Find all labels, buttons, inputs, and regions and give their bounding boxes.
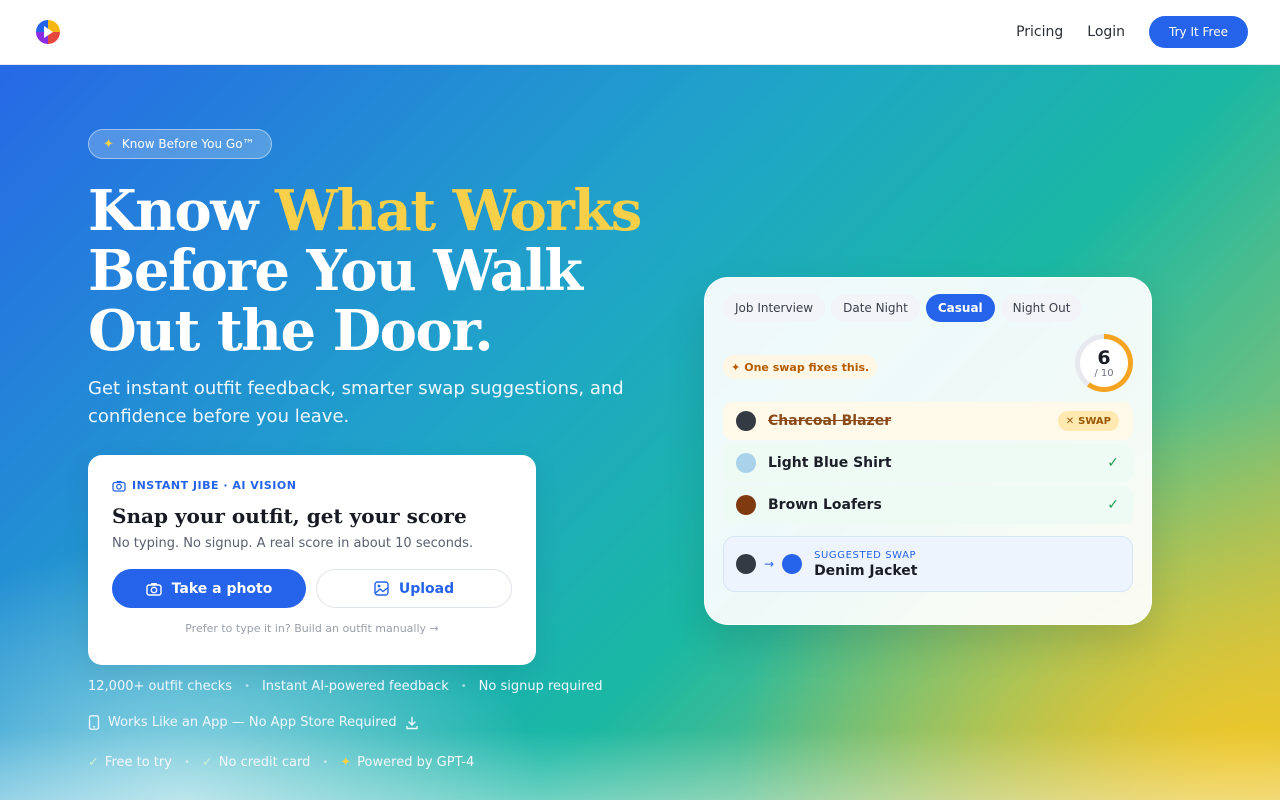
score-max: / 10 [1094,367,1114,379]
suggested-swap-label: SUGGESTED SWAP [814,549,917,561]
trust-free-label: Free to try [104,755,172,770]
take-photo-button[interactable]: Take a photo [112,569,306,608]
color-swatch [736,411,756,431]
separator-dot: • [322,757,329,768]
close-icon: ✕ [1065,415,1075,427]
download-icon [405,716,418,729]
nav-links: Pricing Login Try It Free [1016,16,1248,48]
outfit-item-name: Brown Loafers [768,497,882,513]
stat-outfit-checks: 12,000+ outfit checks [88,679,233,694]
score-inner: 6 / 10 [1080,339,1128,387]
snap-actions: Take a photo Upload [112,569,512,608]
camera-icon [145,582,162,596]
take-photo-label: Take a photo [171,580,273,597]
separator-dot: • [183,757,190,768]
hero-subtitle: Get instant outfit feedback, smarter swa… [88,378,624,427]
stat-ai-feedback: Instant AI-powered feedback [261,679,449,694]
outfit-item[interactable]: Charcoal Blazer ✕ SWAP [723,402,1133,440]
camera-icon [112,480,126,492]
score-ring: 6 / 10 [1075,334,1133,392]
outfit-item[interactable]: Brown Loafers ✓ [723,486,1133,524]
trust-free: ✓ Free to try [88,755,172,770]
sparkle-icon: ✦ [731,360,741,374]
tab-date-night[interactable]: Date Night [831,294,920,322]
swap-tag: ✕ SWAP [1057,411,1119,431]
stat-no-signup: No signup required [478,679,603,694]
tab-night-out[interactable]: Night Out [1000,294,1083,322]
check-icon: ✓ [201,755,213,770]
tab-casual[interactable]: Casual [925,294,995,322]
hero-badge-label: Know Before You Go™ [121,137,255,151]
hero-headline: Know What Works Before You Walk Out the D… [88,181,648,361]
stats-row: 12,000+ outfit checks • Instant AI-power… [88,679,602,694]
outfit-items: Charcoal Blazer ✕ SWAP Light Blue Shirt ✓… [723,402,1133,524]
image-icon [374,581,389,596]
trust-no-card: ✓ No credit card [202,755,311,770]
occasion-tabs: Job Interview Date Night Casual Night Ou… [723,294,1133,322]
install-app-link[interactable]: Works Like an App — No App Store Require… [88,715,419,730]
trust-no-card-label: No credit card [218,755,311,770]
headline-tail: Before You Walk Out the Door. [88,238,583,364]
outfit-item[interactable]: Light Blue Shirt ✓ [723,444,1133,482]
snap-eyebrow-label: INSTANT JIBE · AI VISION [132,479,297,492]
snap-eyebrow: INSTANT JIBE · AI VISION [112,479,512,492]
separator-dot: • [460,681,467,692]
suggested-swap-text: SUGGESTED SWAP Denim Jacket [814,550,917,579]
snap-title: Snap your outfit, get your score [112,504,467,528]
trust-badges: ✓ Free to try • ✓ No credit card • ✦ Powere… [88,755,474,770]
swap-note-label: One swap fixes this. [744,360,870,374]
sparkle-icon: ✦ [103,136,114,152]
app-logo[interactable] [36,20,60,44]
suggested-swap-name: Denim Jacket [814,562,918,579]
to-color-swatch [782,554,803,574]
check-icon: ✓ [1107,497,1119,513]
suggested-swap[interactable]: → SUGGESTED SWAP Denim Jacket [723,536,1133,592]
outfit-demo-card: Job Interview Date Night Casual Night Ou… [704,277,1152,625]
color-swatch [736,495,756,515]
separator-dot: • [244,681,250,692]
install-app-label: Works Like an App — No App Store Require… [108,715,397,730]
build-outfit-manually-link[interactable]: Prefer to type it in? Build an outfit ma… [112,622,512,635]
arrow-right-icon: → [764,557,775,571]
upload-button[interactable]: Upload [316,569,512,608]
upload-label: Upload [398,580,455,597]
outfit-item-name: Charcoal Blazer [768,413,892,429]
phone-icon [88,715,100,730]
try-it-free-button[interactable]: Try It Free [1149,16,1248,48]
hero-section: ✦ Know Before You Go™ Know What Works Bef… [0,65,1280,800]
from-color-swatch [736,554,756,574]
score-row: ✦ One swap fixes this. 6 / 10 [723,334,1133,392]
headline-lead: Know [88,178,275,244]
color-swatch [736,453,756,473]
swap-tag-label: SWAP [1078,415,1111,427]
headline-accent: What Works [274,178,642,244]
check-icon: ✓ [88,755,99,770]
snap-description: No typing. No signup. A real score in ab… [112,536,474,551]
hero-badge: ✦ Know Before You Go™ [88,129,272,159]
tab-job-interview[interactable]: Job Interview [723,294,826,322]
outfit-item-name: Light Blue Shirt [768,455,892,471]
trust-gpt4: ✦ Powered by GPT-4 [340,755,474,770]
score-value: 6 [1097,346,1111,369]
snap-outfit-card: INSTANT JIBE · AI VISION Snap your outfi… [88,455,536,665]
sparkle-icon: ✦ [340,755,352,770]
nav-link-login[interactable]: Login [1087,24,1125,40]
top-navigation-bar: Pricing Login Try It Free [0,0,1280,65]
check-icon: ✓ [1107,455,1119,471]
swap-note: ✦ One swap fixes this. [723,355,878,379]
trust-gpt4-label: Powered by GPT-4 [357,755,475,770]
nav-link-pricing[interactable]: Pricing [1016,24,1063,40]
